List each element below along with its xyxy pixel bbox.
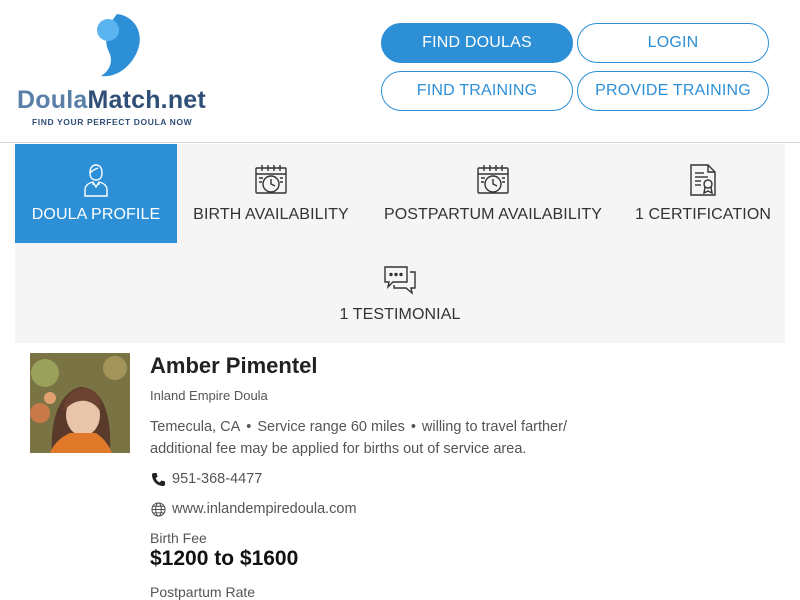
logo-tagline: FIND YOUR PERFECT DOULA NOW xyxy=(32,117,193,127)
phone-icon xyxy=(150,471,166,487)
profile-tabs: DOULA PROFILE BIRTH AVAILABILITY POSTPAR… xyxy=(15,144,785,343)
logo-wordmark: DoulaMatch.net xyxy=(17,86,206,114)
person-icon xyxy=(79,162,113,198)
tab-certification[interactable]: 1 CERTIFICATION xyxy=(621,144,785,243)
tab-label: DOULA PROFILE xyxy=(31,206,161,223)
site-header: DoulaMatch.net FIND YOUR PERFECT DOULA N… xyxy=(0,0,800,143)
site-logo[interactable]: DoulaMatch.net FIND YOUR PERFECT DOULA N… xyxy=(15,10,220,130)
tab-label: BIRTH AVAILABILITY xyxy=(193,206,349,223)
calendar-clock-icon xyxy=(254,162,288,198)
website-link[interactable]: www.inlandempiredoula.com xyxy=(172,501,357,517)
globe-icon xyxy=(150,501,166,517)
service-range: Service range 60 miles xyxy=(257,419,405,435)
birth-fee-value: $1200 to $1600 xyxy=(150,547,299,570)
login-button[interactable]: LOGIN xyxy=(577,23,769,63)
find-doulas-button[interactable]: FIND DOULAS xyxy=(381,23,573,63)
tab-postpartum-availability[interactable]: POSTPARTUM AVAILABILITY xyxy=(365,144,621,243)
location-info: Temecula, CA • Service range 60 miles • will… xyxy=(150,416,610,460)
doula-business-name: Inland Empire Doula xyxy=(150,388,268,403)
postpartum-rate-label: Postpartum Rate xyxy=(150,584,256,600)
city: Temecula, CA xyxy=(150,419,241,435)
tab-birth-availability[interactable]: BIRTH AVAILABILITY xyxy=(177,144,365,243)
tab-doula-profile[interactable]: DOULA PROFILE xyxy=(15,144,177,243)
phone-row[interactable]: 951-368-4477 xyxy=(150,471,262,487)
find-training-button[interactable]: FIND TRAINING xyxy=(381,71,573,111)
website-row[interactable]: www.inlandempiredoula.com xyxy=(150,501,357,517)
separator-dot: • xyxy=(410,419,416,435)
tab-testimonial[interactable]: 1 TESTIMONIAL xyxy=(315,244,485,343)
chat-bubbles-icon xyxy=(383,262,417,298)
certificate-icon xyxy=(686,162,720,198)
phone-number[interactable]: 951-368-4477 xyxy=(172,471,262,487)
logo-mark-icon xyxy=(97,14,140,77)
calendar-clock-icon xyxy=(476,162,510,198)
tab-label: POSTPARTUM AVAILABILITY xyxy=(383,206,603,223)
profile-photo xyxy=(30,353,130,453)
provide-training-button[interactable]: PROVIDE TRAINING xyxy=(577,71,769,111)
doula-name: Amber Pimentel xyxy=(150,353,318,378)
birth-fee-label: Birth Fee xyxy=(150,530,207,546)
tab-label: 1 CERTIFICATION xyxy=(634,206,772,223)
tab-label: 1 TESTIMONIAL xyxy=(339,306,461,323)
separator-dot: • xyxy=(246,419,252,435)
